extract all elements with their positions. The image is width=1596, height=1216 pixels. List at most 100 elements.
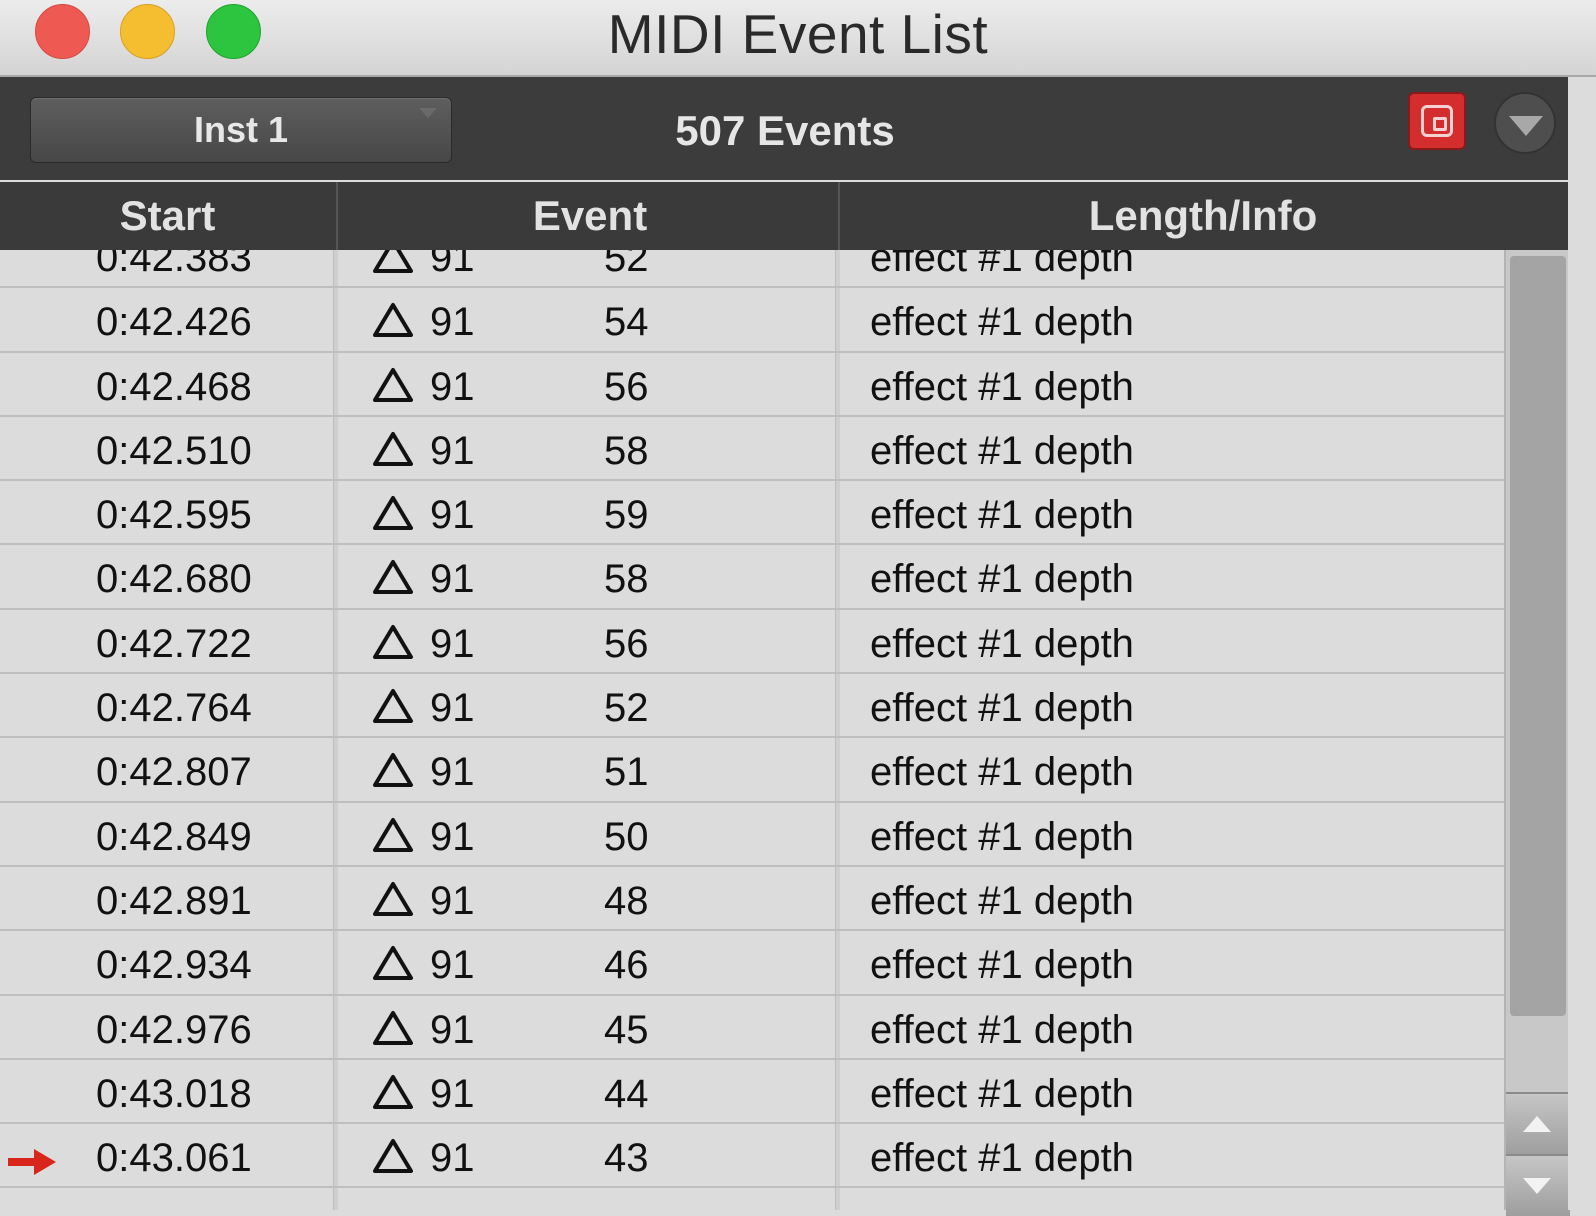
column-header-event[interactable]: Event: [340, 192, 840, 240]
controller-value[interactable]: 59: [604, 493, 649, 538]
controller-number[interactable]: 91: [430, 622, 475, 667]
table-row[interactable]: 0:42.807 91 51 effect #1 depth: [0, 738, 1504, 803]
controller-number[interactable]: 91: [430, 879, 475, 924]
stop-record-button[interactable]: [1408, 92, 1466, 150]
event-start-time[interactable]: 0:42.510: [96, 429, 252, 474]
event-start-time[interactable]: 0:42.722: [96, 622, 252, 667]
event-start-time[interactable]: 0:42.976: [96, 1008, 252, 1053]
table-row[interactable]: 0:42.722 91 56 effect #1 depth: [0, 610, 1504, 675]
controller-value[interactable]: 54: [604, 300, 649, 345]
table-row[interactable]: 0:42.849 91 50 effect #1 depth: [0, 803, 1504, 867]
controller-event-icon: [372, 431, 414, 477]
event-start-time[interactable]: 0:43.018: [96, 1072, 252, 1117]
controller-value[interactable]: 43: [604, 1136, 649, 1181]
chevron-down-icon: [1509, 116, 1543, 136]
event-start-time[interactable]: 0:42.468: [96, 365, 252, 410]
event-list[interactable]: 0:42.383 91 52 effect #1 depth 0:42.426 91 54 e…: [0, 250, 1504, 1210]
controller-value[interactable]: 45: [604, 1008, 649, 1053]
event-start-time[interactable]: 0:43.061: [96, 1136, 252, 1181]
controller-event-icon: [372, 559, 414, 605]
event-start-time[interactable]: 0:42.764: [96, 686, 252, 731]
controller-number[interactable]: 91: [430, 300, 475, 345]
controller-event-icon: [372, 1010, 414, 1056]
event-start-time[interactable]: 0:42.849: [96, 815, 252, 860]
track-selector-label: Inst 1: [193, 109, 289, 150]
table-row[interactable]: 0:42.595 91 59 effect #1 depth: [0, 481, 1504, 546]
table-row[interactable]: 0:42.383 91 52 effect #1 depth: [0, 250, 1504, 289]
toolbar: Inst 1 507 Events: [0, 77, 1596, 180]
controller-value[interactable]: 52: [604, 250, 649, 281]
controller-value[interactable]: 51: [604, 750, 649, 795]
controller-event-icon: [372, 250, 414, 284]
controller-event-icon: [372, 495, 414, 541]
column-divider[interactable]: [336, 182, 338, 250]
table-row[interactable]: 0:42.976 91 45 effect #1 depth: [0, 996, 1504, 1060]
controller-event-icon: [372, 1138, 414, 1184]
track-selector[interactable]: Inst 1: [30, 97, 452, 163]
controller-value[interactable]: 46: [604, 943, 649, 988]
controller-value[interactable]: 58: [604, 557, 649, 602]
title-bar: MIDI Event List: [0, 0, 1596, 77]
vertical-scrollbar[interactable]: [1504, 250, 1570, 1216]
event-start-time[interactable]: 0:42.807: [96, 750, 252, 795]
scrollbar-thumb[interactable]: [1510, 256, 1566, 1016]
controller-number[interactable]: 91: [430, 815, 475, 860]
event-start-time[interactable]: 0:42.680: [96, 557, 252, 602]
table-row[interactable]: 0:42.934 91 46 effect #1 depth: [0, 931, 1504, 996]
controller-number[interactable]: 91: [430, 429, 475, 474]
table-row[interactable]: 0:42.468 91 56 effect #1 depth: [0, 353, 1504, 417]
controller-number[interactable]: 91: [430, 1072, 475, 1117]
event-start-time[interactable]: 0:42.426: [96, 300, 252, 345]
scroll-up-button[interactable]: [1506, 1092, 1570, 1154]
event-info: effect #1 depth: [870, 750, 1134, 795]
window-title: MIDI Event List: [607, 3, 989, 65]
controller-value[interactable]: 58: [604, 429, 649, 474]
table-row[interactable]: 0:42.891 91 48 effect #1 depth: [0, 867, 1504, 932]
event-info: effect #1 depth: [870, 814, 1134, 859]
options-menu-button[interactable]: [1494, 92, 1556, 154]
arrow-up-icon: [1523, 1116, 1551, 1132]
controller-value[interactable]: 50: [604, 815, 649, 860]
controller-event-icon: [372, 302, 414, 348]
controller-number[interactable]: 91: [430, 250, 475, 281]
column-header-info[interactable]: Length/Info: [843, 192, 1563, 240]
controller-number[interactable]: 91: [430, 493, 475, 538]
event-start-time[interactable]: 0:42.934: [96, 943, 252, 988]
window-edge: [1568, 77, 1596, 1210]
controller-event-icon: [372, 881, 414, 927]
controller-value[interactable]: 48: [604, 879, 649, 924]
table-row[interactable]: 0:42.764 91 52 effect #1 depth: [0, 674, 1504, 739]
table-row[interactable]: 0:43.061 91 43 effect #1 depth: [0, 1124, 1504, 1189]
controller-number[interactable]: 91: [430, 1008, 475, 1053]
controller-value[interactable]: 52: [604, 686, 649, 731]
table-row[interactable]: 0:42.426 91 54 effect #1 depth: [0, 288, 1504, 353]
event-rows: 0:42.383 91 52 effect #1 depth 0:42.426 91 54 e…: [0, 250, 1504, 1189]
stop-record-icon: [1421, 105, 1453, 137]
controller-value[interactable]: 44: [604, 1072, 649, 1117]
scroll-down-button[interactable]: [1506, 1154, 1570, 1216]
event-start-time[interactable]: 0:42.383: [96, 250, 252, 281]
controller-number[interactable]: 91: [430, 557, 475, 602]
controller-number[interactable]: 91: [430, 1136, 475, 1181]
event-count: 507 Events: [675, 107, 895, 154]
column-divider[interactable]: [838, 182, 840, 250]
controller-value[interactable]: 56: [604, 622, 649, 667]
event-start-time[interactable]: 0:42.595: [96, 493, 252, 538]
controller-number[interactable]: 91: [430, 686, 475, 731]
controller-event-icon: [372, 752, 414, 798]
table-row[interactable]: 0:43.018 91 44 effect #1 depth: [0, 1060, 1504, 1125]
controller-value[interactable]: 56: [604, 365, 649, 410]
column-header-start[interactable]: Start: [0, 192, 335, 240]
controller-number[interactable]: 91: [430, 750, 475, 795]
event-start-time[interactable]: 0:42.891: [96, 879, 252, 924]
controller-number[interactable]: 91: [430, 365, 475, 410]
event-info: effect #1 depth: [870, 943, 1134, 988]
column-header: Start Event Length/Info: [0, 182, 1596, 250]
table-row[interactable]: 0:42.680 91 58 effect #1 depth: [0, 545, 1504, 610]
dropdown-caret-icon: [419, 108, 437, 118]
event-info: effect #1 depth: [870, 250, 1134, 280]
event-info: effect #1 depth: [870, 1007, 1134, 1052]
controller-event-icon: [372, 1074, 414, 1120]
controller-number[interactable]: 91: [430, 943, 475, 988]
table-row[interactable]: 0:42.510 91 58 effect #1 depth: [0, 417, 1504, 482]
